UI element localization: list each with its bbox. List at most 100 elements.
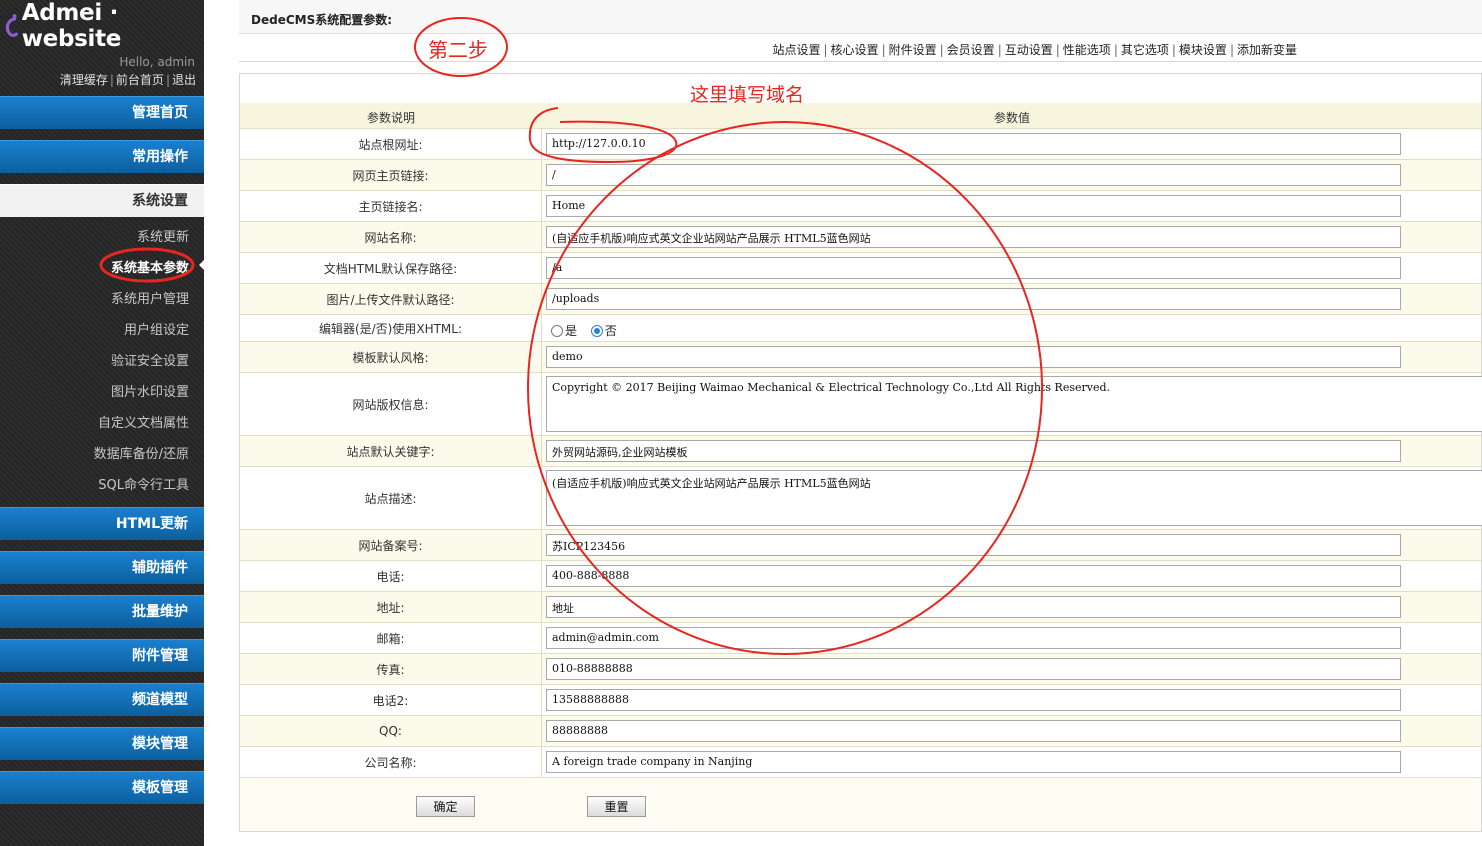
tab-interaction-settings[interactable]: 互动设置 — [1005, 43, 1053, 57]
table-row: 网站备案号: 苏ICP123456 — [240, 530, 1481, 561]
sidebar-item-verify-security[interactable]: 验证安全设置 — [111, 350, 189, 369]
sidebar-item-image-watermark[interactable]: 图片水印设置 — [111, 381, 189, 400]
menu-head-attachments[interactable]: 附件管理 — [0, 639, 204, 672]
row-label: 邮箱: — [240, 623, 542, 653]
homepage-link-input[interactable]: / — [546, 164, 1401, 186]
row-label: 编辑器(是/否)使用XHTML: — [240, 315, 542, 341]
xhtml-radio-group: 是 否 — [551, 322, 627, 339]
row-label: 公司名称: — [240, 747, 542, 777]
menu-head-common-ops[interactable]: 常用操作 — [0, 140, 204, 173]
tab-site-settings[interactable]: 站点设置 — [772, 43, 820, 57]
sidebar: Admei · website Hello, admin 清理缓存 | 前台首页 | 退… — [0, 0, 205, 846]
tab-other-options[interactable]: 其它选项 — [1121, 43, 1169, 57]
config-panel: 参数说明 参数值 站点根网址: http://127.0.0.10 网页主页链接… — [239, 73, 1482, 832]
logout-link[interactable]: 退出 — [172, 73, 196, 87]
table-row: 站点描述: (自适应手机版)响应式英文企业站网站产品展示 HTML5蓝色网站 — [240, 467, 1482, 530]
row-label: 站点默认关键字: — [240, 436, 542, 466]
settings-tabs-bar: 站点设置 | 核心设置 | 附件设置 | 会员设置 | 互动设置 | 性能选项 | 其它选项 | 模块设置 |… — [239, 34, 1482, 62]
row-label: QQ: — [240, 716, 542, 746]
copyright-textarea[interactable]: Copyright © 2017 Beijing Waimao Mechanic… — [546, 376, 1482, 432]
clear-cache-link[interactable]: 清理缓存 — [60, 73, 108, 87]
table-row: 地址: 地址 — [240, 592, 1481, 623]
phone-input[interactable]: 400-888-8888 — [546, 565, 1401, 587]
sidebar-item-custom-doc-attr[interactable]: 自定义文档属性 — [98, 412, 189, 431]
homepage-link-name-input[interactable]: Home — [546, 195, 1401, 217]
address-input[interactable]: 地址 — [546, 596, 1401, 618]
row-label: 电话2: — [240, 685, 542, 715]
menu-head-batch-maintain[interactable]: 批量维护 — [0, 595, 204, 628]
template-style-input[interactable]: demo — [546, 346, 1401, 368]
company-name-input[interactable]: A foreign trade company in Nanjing — [546, 751, 1401, 773]
site-root-url-input[interactable]: http://127.0.0.10 — [546, 133, 1401, 155]
header-param-desc: 参数说明 — [366, 111, 415, 125]
table-row: 公司名称: A foreign trade company in Nanjing — [240, 747, 1481, 778]
menu-head-channel-models[interactable]: 频道模型 — [0, 683, 204, 716]
html-save-path-input[interactable]: /a — [546, 257, 1401, 279]
row-label: 站点根网址: — [240, 129, 542, 159]
table-row: 传真: 010-88888888 — [240, 654, 1481, 685]
menu-head-admin-home[interactable]: 管理首页 — [0, 96, 204, 129]
tab-attachment-settings[interactable]: 附件设置 — [889, 43, 937, 57]
sidebar-item-user-group-settings[interactable]: 用户组设定 — [124, 319, 189, 338]
table-header: 参数说明 参数值 — [240, 103, 1481, 129]
front-home-link[interactable]: 前台首页 — [116, 73, 164, 87]
row-label: 网站名称: — [240, 222, 542, 252]
row-label: 地址: — [240, 592, 542, 622]
top-links: 清理缓存 | 前台首页 | 退出 — [59, 73, 196, 87]
tab-member-settings[interactable]: 会员设置 — [947, 43, 995, 57]
menu-head-modules[interactable]: 模块管理 — [0, 727, 204, 760]
row-label: 网站版权信息: — [240, 373, 542, 435]
table-row: 主页链接名: Home — [240, 191, 1481, 222]
settings-tabs: 站点设置 | 核心设置 | 附件设置 | 会员设置 | 互动设置 | 性能选项 | 其它选项 | 模块设置 |… — [772, 43, 1297, 57]
radio-checked-icon — [590, 325, 603, 337]
reset-button[interactable]: 重置 — [587, 796, 646, 817]
breadcrumb-bar: DedeCMS系统配置参数: — [239, 0, 1482, 34]
menu-head-plugins[interactable]: 辅助插件 — [0, 551, 204, 584]
qq-input[interactable]: 88888888 — [546, 720, 1401, 742]
sidebar-item-db-backup[interactable]: 数据库备份/还原 — [94, 443, 189, 462]
sidebar-item-system-basic-params[interactable]: 系统基本参数 — [111, 257, 189, 276]
menu-head-html-update[interactable]: HTML更新 — [0, 507, 204, 540]
table-row: 编辑器(是/否)使用XHTML: 是 否 — [240, 315, 1481, 342]
confirm-button[interactable]: 确定 — [416, 796, 475, 817]
table-row: 图片/上传文件默认路径: /uploads — [240, 284, 1481, 315]
sidebar-item-sql-tool[interactable]: SQL命令行工具 — [98, 474, 189, 493]
site-keywords-input[interactable]: 外贸网站源码,企业网站模板 — [546, 440, 1401, 462]
logo: Admei · website — [0, 0, 204, 52]
menu-head-system-settings[interactable]: 系统设置 — [0, 184, 204, 217]
table-row: 站点根网址: http://127.0.0.10 — [240, 129, 1481, 160]
row-label: 传真: — [240, 654, 542, 684]
site-name-input[interactable]: (自适应手机版)响应式英文企业站网站产品展示 HTML5蓝色网站 — [546, 226, 1401, 248]
header-param-value: 参数值 — [993, 111, 1030, 125]
icp-number-input[interactable]: 苏ICP123456 — [546, 534, 1401, 556]
phone2-input[interactable]: 13588888888 — [546, 689, 1401, 711]
row-label: 主页链接名: — [240, 191, 542, 221]
menu-head-templates[interactable]: 模板管理 — [0, 771, 204, 804]
sidebar-item-system-update[interactable]: 系统更新 — [137, 226, 189, 245]
tab-module-settings[interactable]: 模块设置 — [1179, 43, 1227, 57]
table-row: 站点默认关键字: 外贸网站源码,企业网站模板 — [240, 436, 1481, 467]
upload-path-input[interactable]: /uploads — [546, 288, 1401, 310]
sidebar-item-system-user-management[interactable]: 系统用户管理 — [111, 288, 189, 307]
main-content: DedeCMS系统配置参数: 站点设置 | 核心设置 | 附件设置 | 会员设置 | 互动设置 |… — [204, 0, 1482, 846]
row-label: 模板默认风格: — [240, 342, 542, 372]
row-label: 网页主页链接: — [240, 160, 542, 190]
fax-input[interactable]: 010-88888888 — [546, 658, 1401, 680]
row-label: 电话: — [240, 561, 542, 591]
panel-top-spacer — [240, 74, 1481, 103]
xhtml-no-radio[interactable]: 否 — [590, 324, 617, 338]
tab-core-settings[interactable]: 核心设置 — [831, 43, 879, 57]
table-row: 电话: 400-888-8888 — [240, 561, 1481, 592]
tab-performance-options[interactable]: 性能选项 — [1063, 43, 1111, 57]
table-row: 网站版权信息: Copyright © 2017 Beijing Waimao … — [240, 373, 1482, 436]
table-row: 网页主页链接: / — [240, 160, 1481, 191]
row-label: 文档HTML默认保存路径: — [240, 253, 542, 283]
email-input[interactable]: admin@admin.com — [546, 627, 1401, 649]
site-description-textarea[interactable]: (自适应手机版)响应式英文企业站网站产品展示 HTML5蓝色网站 — [546, 470, 1482, 526]
xhtml-yes-radio[interactable]: 是 — [551, 324, 577, 338]
row-label: 站点描述: — [240, 467, 542, 529]
tab-add-variable[interactable]: 添加新变量 — [1237, 43, 1297, 57]
radio-unchecked-icon — [551, 325, 563, 337]
logo-text: Admei · website — [21, 0, 122, 52]
table-row: QQ: 88888888 — [240, 716, 1481, 747]
